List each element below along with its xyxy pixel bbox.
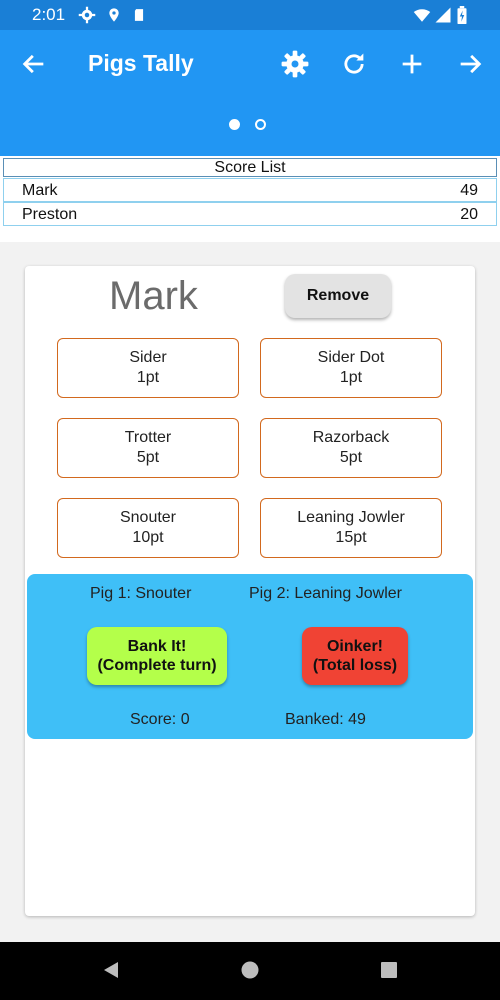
status-bar: 2:01: [0, 0, 500, 30]
score-list: Score List Mark 49 Preston 20: [0, 156, 500, 242]
bank-button[interactable]: Bank It! (Complete turn): [87, 627, 227, 685]
score-list-header: Score List: [3, 158, 497, 177]
home-circle-icon[interactable]: [240, 960, 260, 980]
player-name: Mark: [109, 274, 198, 318]
turn-score: Score: 0: [130, 711, 190, 728]
pig2-result: Pig 2: Leaning Jowler: [249, 585, 402, 602]
page-dot-1[interactable]: [229, 119, 240, 130]
location-icon: [109, 8, 119, 22]
bank-button-label: Bank It!: [127, 638, 187, 655]
turn-panel: Pig 1: Snouter Pig 2: Leaning Jowler Ban…: [27, 574, 473, 739]
system-nav-bar: [0, 942, 500, 1000]
oinker-button-sublabel: (Total loss): [312, 657, 398, 674]
position-button-snouter[interactable]: Snouter 10pt: [57, 498, 239, 558]
page-dot-2[interactable]: [255, 119, 266, 130]
status-time: 2:01: [32, 5, 66, 24]
position-points: 15pt: [335, 529, 367, 546]
gear-icon: [78, 6, 96, 24]
app-bar: Pigs Tally: [0, 30, 500, 156]
position-name: Trotter: [124, 429, 172, 446]
recents-square-icon[interactable]: [379, 960, 399, 980]
position-button-razorback[interactable]: Razorback 5pt: [260, 418, 442, 478]
score-row-value: 49: [460, 182, 478, 199]
score-row-name: Mark: [22, 182, 58, 199]
settings-icon[interactable]: [281, 50, 309, 78]
forward-arrow-icon[interactable]: [456, 50, 484, 78]
position-points: 5pt: [339, 449, 363, 466]
bank-button-sublabel: (Complete turn): [97, 657, 217, 674]
position-name: Sider: [129, 349, 167, 366]
position-button-trotter[interactable]: Trotter 5pt: [57, 418, 239, 478]
oinker-button-label: Oinker!: [326, 638, 383, 655]
position-points: 1pt: [339, 369, 363, 386]
position-points: 10pt: [132, 529, 164, 546]
position-name: Leaning Jowler: [297, 509, 405, 526]
position-points: 1pt: [136, 369, 160, 386]
player-card: Mark Remove Sider 1pt Sider Dot 1pt Trot…: [25, 266, 475, 916]
oinker-button[interactable]: Oinker! (Total loss): [302, 627, 408, 685]
banked-score: Banked: 49: [285, 711, 366, 728]
score-row[interactable]: Preston 20: [3, 202, 497, 226]
add-icon[interactable]: [398, 50, 426, 78]
position-name: Snouter: [119, 509, 177, 526]
score-row-name: Preston: [22, 206, 78, 223]
app-title: Pigs Tally: [88, 50, 194, 76]
position-name: Razorback: [312, 429, 390, 446]
remove-button[interactable]: Remove: [285, 274, 391, 318]
position-points: 5pt: [136, 449, 160, 466]
wifi-icon: [413, 9, 431, 22]
refresh-icon[interactable]: [340, 50, 368, 78]
position-button-sider-dot[interactable]: Sider Dot 1pt: [260, 338, 442, 398]
battery-icon: [457, 6, 467, 24]
position-button-leaning-jowler[interactable]: Leaning Jowler 15pt: [260, 498, 442, 558]
signal-icon: [435, 7, 451, 23]
back-triangle-icon[interactable]: [101, 960, 121, 980]
back-arrow-icon[interactable]: [20, 50, 48, 78]
position-name: Sider Dot: [317, 349, 385, 366]
score-row-value: 20: [460, 206, 478, 223]
sd-card-icon: [134, 9, 144, 21]
pig1-result: Pig 1: Snouter: [90, 585, 192, 602]
score-row[interactable]: Mark 49: [3, 178, 497, 202]
position-button-sider[interactable]: Sider 1pt: [57, 338, 239, 398]
